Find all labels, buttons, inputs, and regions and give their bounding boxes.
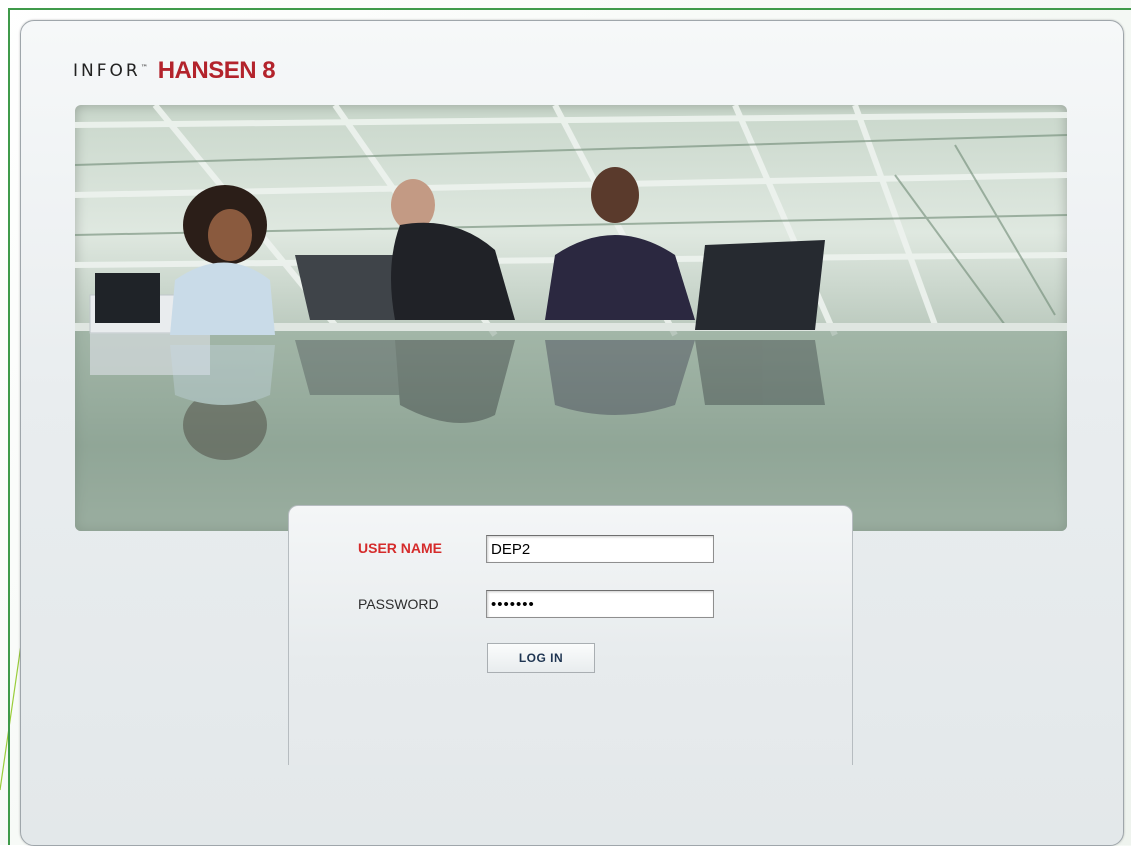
brand-logo: INFOR™ HANSEN 8 xyxy=(73,56,276,86)
username-label: USER NAME xyxy=(358,540,443,556)
hero-image xyxy=(75,105,1067,531)
meeting-photo-illustration xyxy=(75,105,1067,531)
username-input[interactable] xyxy=(486,535,714,563)
login-button[interactable]: LOG IN xyxy=(487,643,595,673)
password-input[interactable] xyxy=(486,590,714,618)
infor-logo: INFOR™ xyxy=(73,61,148,81)
password-label: PASSWORD xyxy=(358,596,439,612)
hansen-logo: HANSEN 8 xyxy=(157,57,276,84)
